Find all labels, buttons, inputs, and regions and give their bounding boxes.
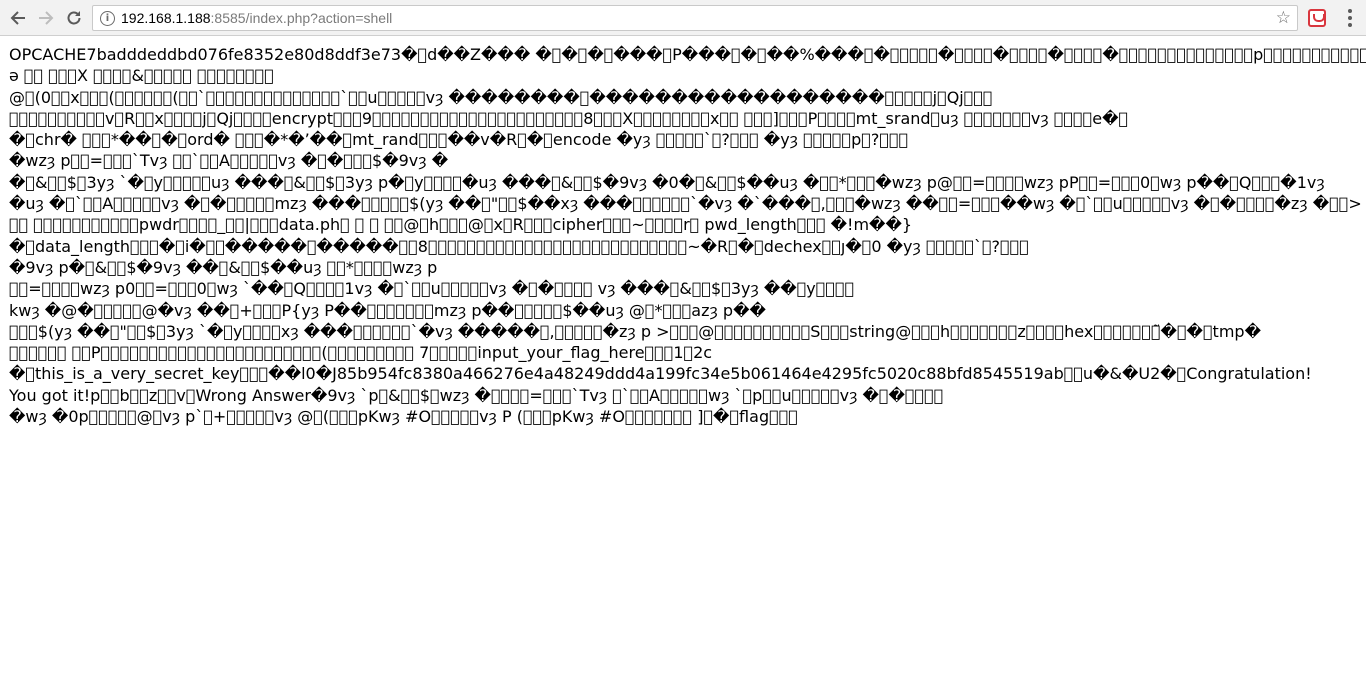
content-line: � &  $ 3yȝ `� y     uȝ ��� &  $ 3yȝ p� y…	[9, 172, 1325, 192]
browser-toolbar: i 192.168.1.188:8585/index.php?action=sh…	[0, 0, 1366, 36]
content-line: kwȝ �@�     @�vȝ �� +   P{yȝ P��       m…	[9, 300, 766, 320]
content-line: � chr�    *�� � ord�    �*�’�� mt_rand  …	[9, 130, 909, 150]
content-line: OPCACHE7badddeddbd076fe8352e80d8ddf3e73�…	[9, 45, 1366, 64]
star-icon[interactable]: ☆	[1276, 9, 1291, 27]
reload-icon	[67, 11, 81, 25]
address-bar[interactable]: i 192.168.1.188:8585/index.php?action=sh…	[92, 5, 1298, 31]
page-content: OPCACHE7badddeddbd076fe8352e80d8ddf3e73�…	[0, 44, 1366, 677]
info-icon[interactable]: i	[100, 11, 115, 26]
content-line: �9vȝ p� &  $�9vȝ �� &  $��uȝ   *    wzȝ …	[9, 257, 438, 277]
content-line: � data_length   � i�  ����� �����  8    …	[9, 236, 1029, 256]
back-button[interactable]	[6, 6, 30, 30]
arrow-left-icon	[10, 11, 25, 25]
menu-icon[interactable]	[1340, 8, 1360, 28]
reload-button[interactable]	[62, 6, 86, 30]
content-line: �wȝ �0p     @ vȝ p` +     vȝ @ (   pKwȝ …	[9, 407, 798, 427]
content-line: � this_is_a_very_secret_key   ��l0�J85b9…	[9, 364, 1312, 405]
url-text[interactable]: 192.168.1.188:8585/index.php?action=shel…	[121, 10, 392, 27]
content-line:    $(yȝ �� "  $ 3yȝ `� y    xȝ ���      …	[9, 321, 1261, 341]
content-line:   =    wzȝ p0  =   0 wȝ `�� Q    1vȝ � `…	[9, 279, 855, 299]
content-line:          P                       (      …	[9, 343, 713, 363]
content-line: @ (0  x   (      (  `              `  u …	[9, 87, 993, 107]
content-line: �uȝ � `  A     vȝ � �     mzȝ ���     $(…	[9, 194, 1362, 214]
content-line: ə       X     &              	[9, 66, 274, 86]
arrow-right-icon	[39, 11, 54, 25]
url-host: 192.168.1.188	[121, 10, 211, 26]
extension-icon[interactable]	[1308, 9, 1326, 27]
content-line:           v R  x    j Qj    encrypt   9 …	[9, 108, 1129, 128]
url-path: :8585/index.php?action=shell	[210, 10, 393, 26]
content-line: �wzȝ p  =   `Tvȝ   `  A     vȝ � �   $�9…	[9, 151, 449, 171]
content-line:               pwdr    _  |   data.ph    …	[9, 215, 913, 235]
forward-button[interactable]	[34, 6, 58, 30]
